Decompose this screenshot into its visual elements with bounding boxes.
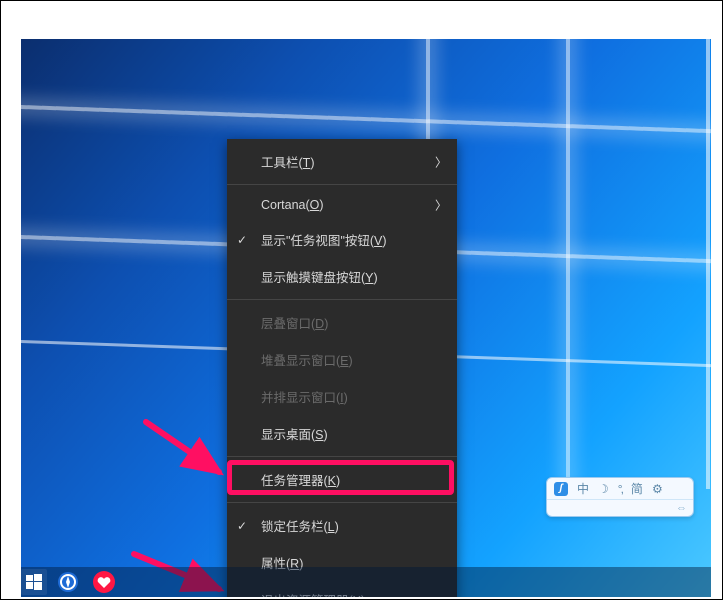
compass-icon [56,570,80,594]
light-beam [706,39,710,489]
ime-logo-icon[interactable]: ʃ [554,482,568,496]
ime-resize-icon[interactable]: ⇔ [676,502,687,514]
menu-item-cascade: 层叠窗口(D) [227,304,457,341]
menu-item-label: 锁定任务栏(L) [261,520,339,534]
menu-item-cortana[interactable]: Cortana(O) 〉 [227,189,457,221]
menu-item-label: 任务管理器(K) [261,474,340,488]
desktop[interactable]: 工具栏(T) 〉 Cortana(O) 〉 ✓ 显示"任务视图"按钮(V) 显示… [21,39,711,597]
heart-icon [92,570,116,594]
menu-item-show-taskview[interactable]: ✓ 显示"任务视图"按钮(V) [227,221,457,258]
screenshot-frame: 工具栏(T) 〉 Cortana(O) 〉 ✓ 显示"任务视图"按钮(V) 显示… [0,0,723,600]
menu-separator [227,456,457,457]
menu-separator [227,502,457,503]
menu-item-stacked: 堆叠显示窗口(E) [227,341,457,378]
ime-toolbar[interactable]: ʃ 中 ☽ °, 简 ⚙ ⇔ [546,477,694,517]
annotation-arrow-icon [141,417,231,487]
menu-item-label: 显示触摸键盘按钮(Y) [261,271,378,285]
light-beam [566,39,570,489]
ime-punct[interactable]: °, [618,482,622,496]
menu-item-label: 并排显示窗口(I) [261,391,348,405]
windows-logo-icon [26,574,42,590]
menu-item-label: Cortana(O) [261,198,324,212]
taskbar-app-edge[interactable] [55,569,81,595]
menu-item-task-manager[interactable]: 任务管理器(K) [227,461,457,498]
menu-item-label: 工具栏(T) [261,156,314,170]
menu-separator [227,299,457,300]
moon-icon[interactable]: ☽ [598,482,609,496]
chevron-right-icon: 〉 [435,153,447,170]
ime-row: ʃ 中 ☽ °, 简 ⚙ [547,478,693,500]
light-beam [21,103,711,138]
menu-item-toolbars[interactable]: 工具栏(T) 〉 [227,143,457,180]
check-icon: ✓ [237,519,247,533]
start-button[interactable] [21,569,47,595]
menu-item-side-by-side: 并排显示窗口(I) [227,378,457,415]
gear-icon[interactable]: ⚙ [652,482,663,496]
ime-mode-zh[interactable]: 中 [577,480,589,497]
menu-item-label: 层叠窗口(D) [261,317,328,331]
menu-item-label: 堆叠显示窗口(E) [261,354,353,368]
taskbar-context-menu: 工具栏(T) 〉 Cortana(O) 〉 ✓ 显示"任务视图"按钮(V) 显示… [227,139,457,597]
check-icon: ✓ [237,233,247,247]
menu-item-label: 显示桌面(S) [261,428,328,442]
taskbar-app-heart[interactable] [91,569,117,595]
taskbar[interactable] [21,567,711,597]
menu-item-lock-taskbar[interactable]: ✓ 锁定任务栏(L) [227,507,457,544]
menu-item-label: 显示"任务视图"按钮(V) [261,234,387,248]
ime-mode-jian[interactable]: 简 [631,480,643,497]
menu-item-show-touch-keyboard[interactable]: 显示触摸键盘按钮(Y) [227,258,457,295]
menu-item-show-desktop[interactable]: 显示桌面(S) [227,415,457,452]
chevron-right-icon: 〉 [435,197,447,214]
menu-separator [227,184,457,185]
